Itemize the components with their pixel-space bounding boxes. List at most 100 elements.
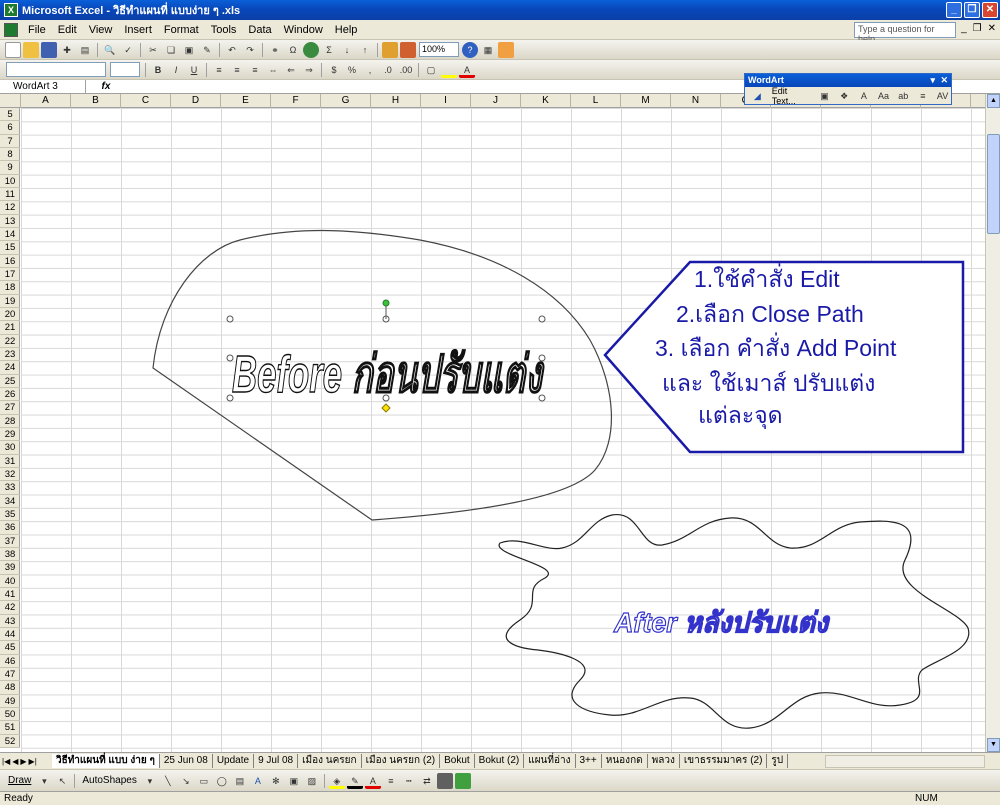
zoom-dropdown[interactable]: 100% [419, 42, 459, 57]
row-header[interactable]: 24 [0, 361, 20, 375]
alignment-icon[interactable]: ≡ [916, 88, 931, 104]
sheet-tab[interactable]: เมือง นครยก [298, 754, 362, 768]
row-header[interactable]: 38 [0, 548, 20, 562]
column-header[interactable]: A [21, 94, 71, 108]
sheet-tab[interactable]: Bokut (2) [475, 754, 525, 768]
vertical-scrollbar[interactable]: ▲ ▼ [985, 94, 1000, 752]
fill-grid-icon[interactable] [498, 41, 514, 58]
row-header[interactable]: 12 [0, 201, 20, 215]
sheet-tab[interactable]: 25 Jun 08 [160, 754, 213, 768]
sheet-tab[interactable]: หนองกด [602, 754, 648, 768]
row-header[interactable]: 44 [0, 628, 20, 642]
clip-art-icon[interactable]: ▣ [286, 773, 302, 789]
font-color-draw-icon[interactable]: A [364, 773, 381, 789]
autoshapes-button[interactable]: AutoShapes [78, 775, 141, 786]
decrease-decimal-icon[interactable]: .00 [398, 62, 414, 78]
row-header[interactable]: 47 [0, 668, 20, 682]
sheet-tab[interactable]: เขาธรรมมาคร (2) [680, 754, 768, 768]
menu-view[interactable]: View [83, 24, 119, 36]
row-header[interactable]: 30 [0, 441, 20, 455]
row-header[interactable]: 28 [0, 415, 20, 428]
wordart-before-text[interactable]: Before ก่อนปรับแต่ง [231, 345, 545, 404]
sheet-tab[interactable]: พลวง [648, 754, 680, 768]
font-size-dropdown[interactable] [110, 62, 140, 77]
row-header[interactable]: 19 [0, 295, 20, 308]
row-header[interactable]: 32 [0, 468, 20, 482]
last-sheet-icon[interactable]: ▶| [29, 757, 37, 766]
row-header[interactable]: 46 [0, 655, 20, 668]
percent-icon[interactable]: % [344, 62, 360, 78]
currency-icon[interactable]: $ [326, 62, 342, 78]
row-header[interactable]: 18 [0, 281, 20, 295]
research-icon[interactable]: Ω [285, 42, 301, 58]
row-header[interactable]: 42 [0, 601, 20, 615]
decrease-indent-icon[interactable]: ⇐ [283, 62, 299, 78]
next-sheet-icon[interactable]: ▶ [20, 757, 26, 766]
doc-close-icon[interactable]: ✕ [988, 23, 996, 34]
align-left-icon[interactable]: ≡ [211, 62, 227, 78]
column-header[interactable]: E [221, 94, 271, 108]
dash-style-icon[interactable]: ┅ [401, 773, 417, 789]
column-header[interactable]: N [671, 94, 721, 108]
scroll-thumb[interactable] [987, 134, 1000, 234]
toolbar-close-icon[interactable]: ✕ [940, 74, 948, 87]
row-header[interactable]: 26 [0, 388, 20, 402]
redo-icon[interactable]: ↷ [242, 42, 258, 58]
autosum-icon[interactable]: Σ [321, 42, 337, 58]
help-search-input[interactable]: Type a question for help [854, 22, 956, 44]
column-header[interactable]: C [121, 94, 171, 108]
column-header[interactable]: G [321, 94, 371, 108]
rotate-handle[interactable] [382, 299, 390, 307]
row-header[interactable]: 41 [0, 588, 20, 602]
italic-icon[interactable]: I [168, 62, 184, 78]
char-spacing-icon[interactable]: AV [935, 88, 950, 104]
row-header[interactable]: 9 [0, 161, 20, 175]
menu-format[interactable]: Format [158, 24, 205, 36]
row-header[interactable]: 40 [0, 575, 20, 588]
doc-minimize-icon[interactable]: _ [961, 23, 967, 34]
column-header[interactable]: I [421, 94, 471, 108]
insert-wordart-icon[interactable]: ◢ [750, 88, 765, 104]
line-icon[interactable]: ╲ [160, 773, 176, 789]
row-header[interactable]: 16 [0, 255, 20, 268]
row-header[interactable]: 35 [0, 508, 20, 522]
wordart-gallery-icon[interactable]: ▣ [817, 88, 832, 104]
sheet-tab[interactable]: Update [213, 754, 255, 768]
bold-icon[interactable]: B [150, 62, 166, 78]
new-icon[interactable] [5, 41, 21, 58]
insert-function-icon[interactable]: fx [86, 81, 126, 92]
row-header[interactable]: 31 [0, 455, 20, 468]
row-header[interactable]: 48 [0, 681, 20, 695]
column-header[interactable]: H [371, 94, 421, 108]
row-header[interactable]: 13 [0, 215, 20, 228]
print-icon[interactable]: ▤ [77, 42, 93, 58]
align-right-icon[interactable]: ≡ [247, 62, 263, 78]
restore-button[interactable]: ❐ [964, 2, 980, 18]
scroll-up-icon[interactable]: ▲ [987, 94, 1000, 108]
print-preview-icon[interactable]: 🔍 [102, 42, 118, 58]
underline-icon[interactable]: U [186, 62, 202, 78]
wordart-shape-icon[interactable]: A [857, 88, 872, 104]
close-button[interactable]: ✕ [982, 2, 998, 18]
chart-wizard-icon[interactable] [382, 41, 398, 58]
row-header[interactable]: 11 [0, 188, 20, 202]
column-header[interactable]: F [271, 94, 321, 108]
menu-window[interactable]: Window [278, 24, 329, 36]
oval-icon[interactable]: ◯ [214, 773, 230, 789]
row-header[interactable]: 52 [0, 735, 20, 748]
select-all-corner[interactable] [0, 94, 21, 108]
cut-icon[interactable]: ✂ [145, 42, 161, 58]
align-center-icon[interactable]: ≡ [229, 62, 245, 78]
row-header[interactable]: 39 [0, 561, 20, 575]
menu-file[interactable]: File [22, 24, 52, 36]
permission-icon[interactable]: ✚ [59, 42, 75, 58]
copy-icon[interactable]: ❏ [163, 42, 179, 58]
column-header[interactable]: D [171, 94, 221, 108]
borders-icon[interactable]: ▢ [423, 62, 439, 78]
read-icon[interactable]: ▦ [480, 42, 496, 58]
menu-insert[interactable]: Insert [118, 24, 158, 36]
menu-edit[interactable]: Edit [52, 24, 83, 36]
row-header[interactable]: 34 [0, 495, 20, 508]
vertical-text-icon[interactable]: ab [896, 88, 911, 104]
row-header[interactable]: 21 [0, 321, 20, 335]
